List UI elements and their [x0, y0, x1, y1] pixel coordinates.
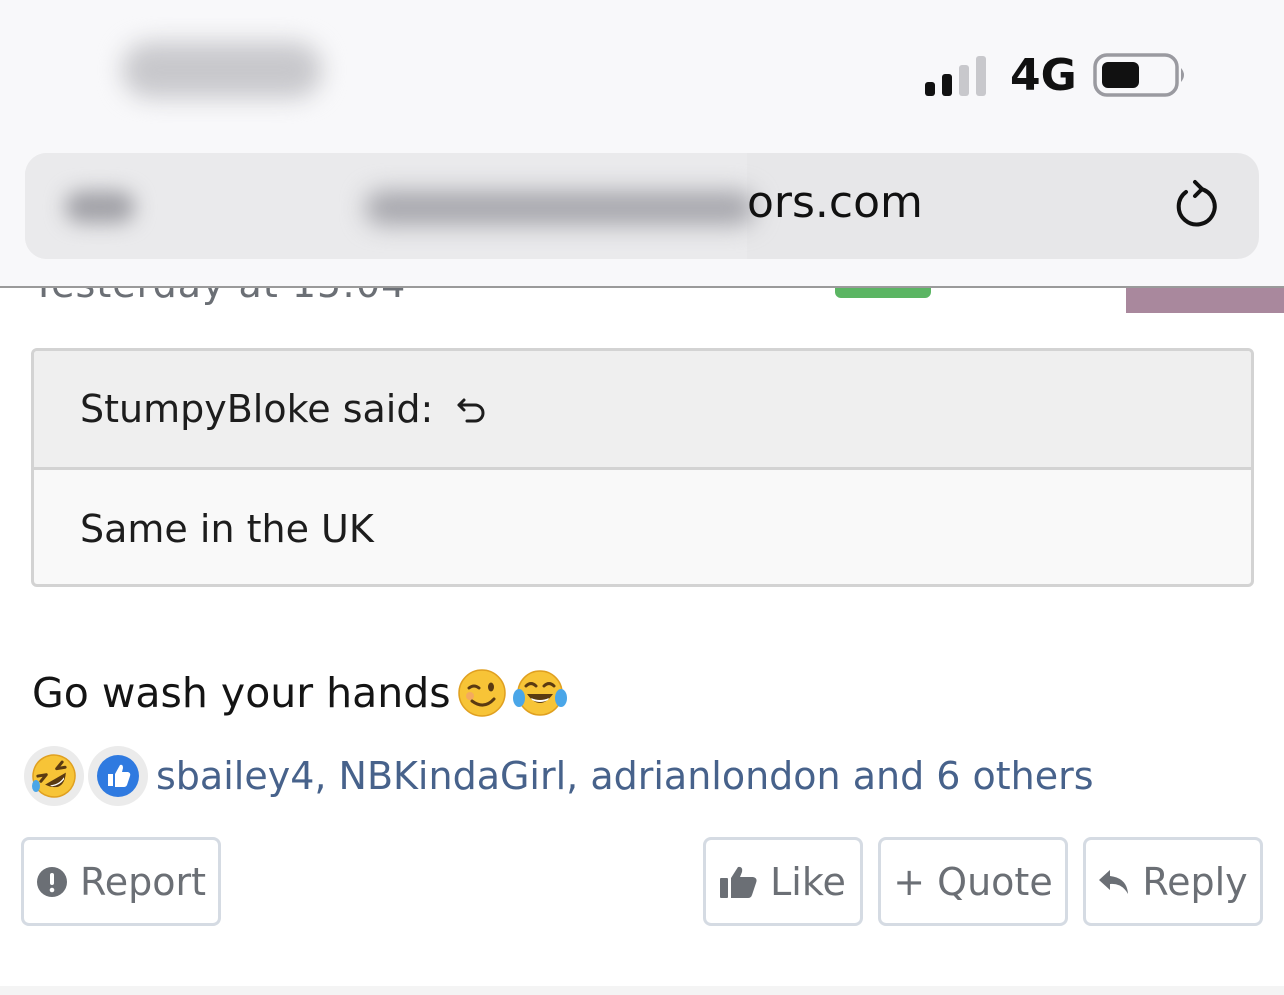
reply-arrow-icon	[1099, 869, 1129, 894]
post-message: Go wash your hands	[32, 668, 567, 718]
blurred-text-b	[365, 191, 755, 225]
network-type: 4G	[1010, 50, 1077, 101]
reaction-users-link[interactable]: sbailey4, NBKindaGirl, adrianlondon and …	[156, 754, 1094, 798]
report-label: Report	[80, 859, 206, 904]
wink-emoji	[457, 668, 507, 718]
report-button[interactable]: Report	[21, 837, 221, 926]
alert-icon	[37, 866, 68, 897]
reply-label: Reply	[1142, 859, 1248, 904]
tears-of-joy-emoji	[512, 668, 567, 718]
quote-header[interactable]: StumpyBloke said:	[34, 351, 1251, 470]
like-button[interactable]: Like	[703, 837, 863, 926]
like-thumb-icon	[88, 746, 148, 806]
page: Yesterday at 15:04 StumpyBloke said: Sam…	[0, 0, 1284, 995]
quote-body: Same in the UK	[80, 506, 374, 551]
reactions-bar[interactable]: sbailey4, NBKindaGirl, adrianlondon and …	[24, 746, 1094, 806]
browser-chrome: 4G ors.com	[0, 0, 1284, 288]
like-label: Like	[770, 859, 846, 904]
cellular-signal-icon	[925, 56, 986, 96]
blurred-text-a	[65, 191, 135, 223]
footer-divider	[0, 986, 1284, 995]
battery-icon	[1093, 53, 1184, 97]
quote-button[interactable]: + Quote	[878, 837, 1068, 926]
thumbs-up-icon	[720, 866, 757, 898]
status-bar-time-blurred	[122, 42, 322, 98]
quote-author: StumpyBloke said:	[80, 387, 434, 431]
quote-label: + Quote	[893, 859, 1053, 904]
address-bar-blurred-region	[25, 153, 755, 259]
url-text: ors.com	[747, 177, 923, 228]
address-bar[interactable]: ors.com	[25, 153, 1259, 259]
reply-button[interactable]: Reply	[1083, 837, 1263, 926]
quote-block: StumpyBloke said: Same in the UK	[31, 348, 1254, 587]
jump-to-quote-icon[interactable]	[455, 392, 489, 426]
rofl-emoji-icon	[24, 746, 84, 806]
reload-icon[interactable]	[1169, 179, 1221, 233]
post-message-text: Go wash your hands	[32, 669, 451, 717]
